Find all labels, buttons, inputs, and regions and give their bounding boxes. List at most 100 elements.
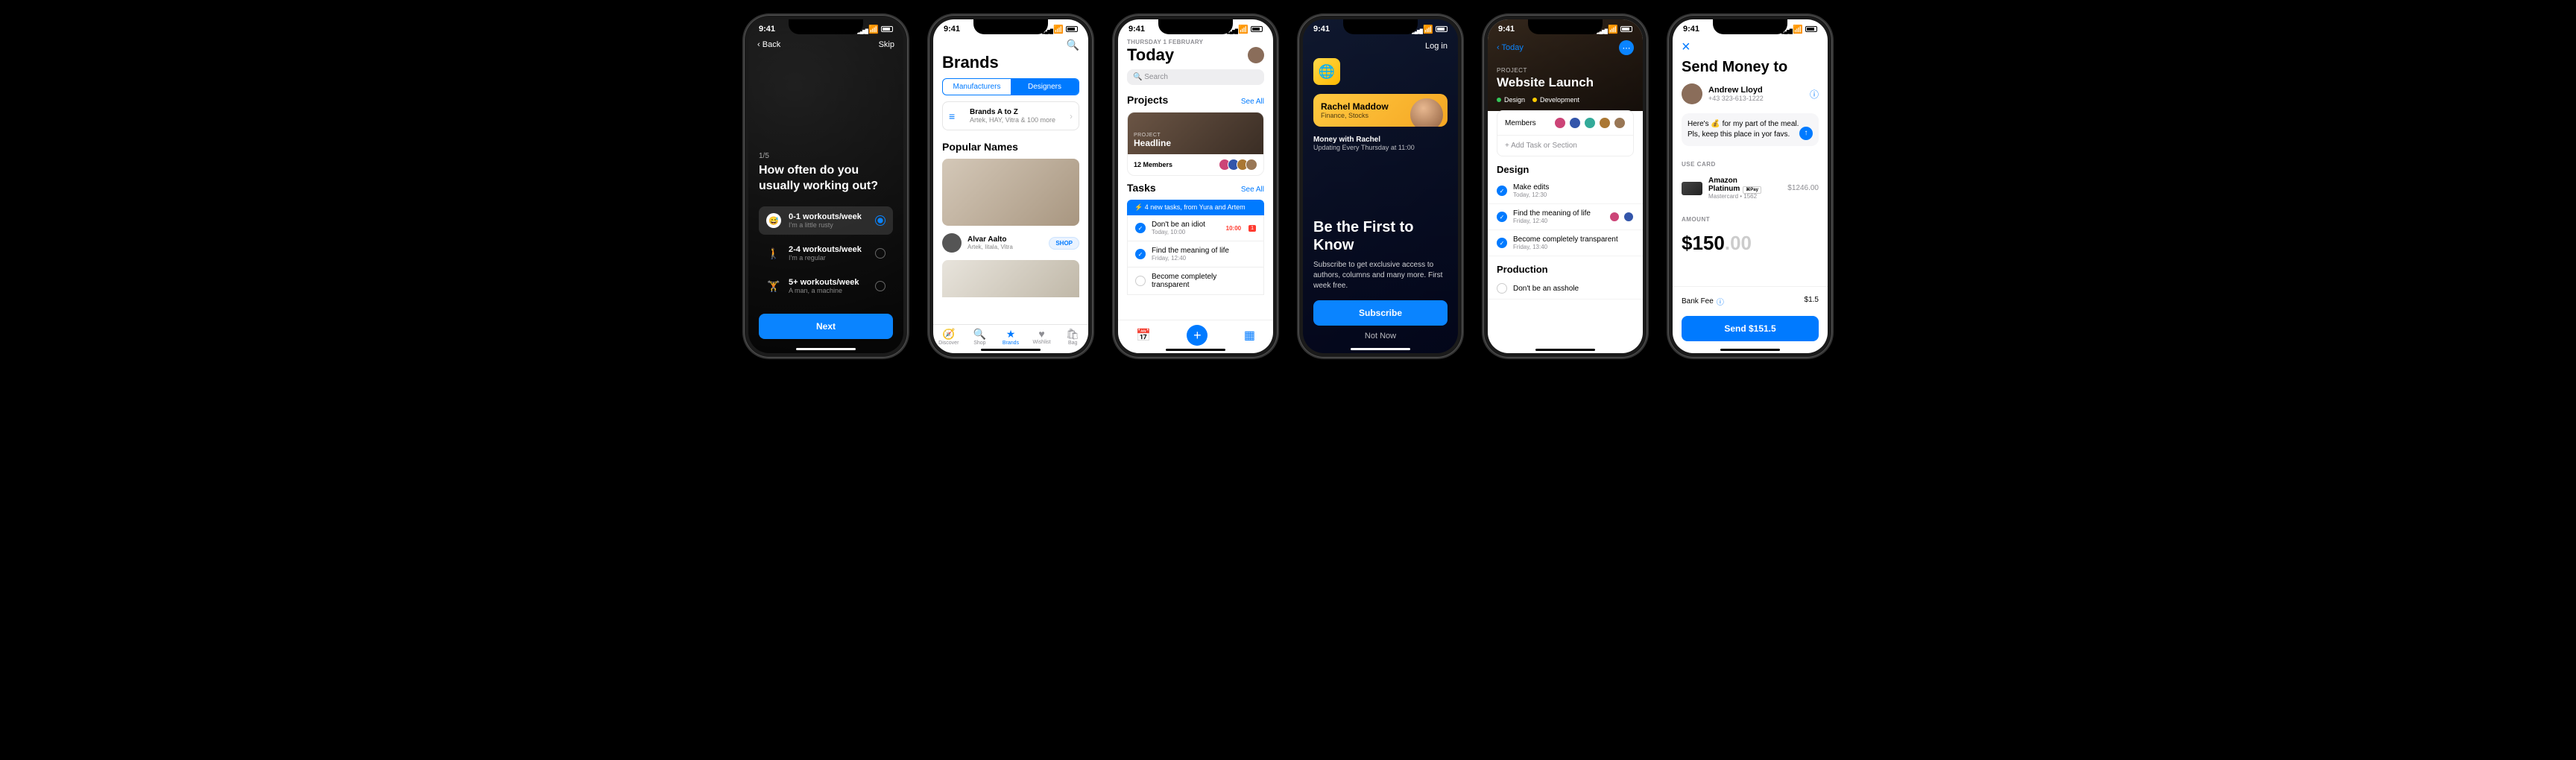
home-indicator[interactable]	[796, 348, 856, 350]
check-icon[interactable]: ✓	[1497, 238, 1507, 248]
next-button[interactable]: Next	[759, 314, 893, 339]
fee-row: Bank Fee ⓘ $1.5	[1673, 286, 1828, 313]
tab-brands[interactable]: ★Brands	[995, 328, 1026, 346]
section-tasks: Tasks	[1127, 182, 1156, 194]
amount-label: AMOUNT	[1673, 204, 1828, 227]
option-0[interactable]: 😅 0-1 workouts/weekI'm a little rusty	[759, 206, 893, 235]
subscribe-button[interactable]: Subscribe	[1313, 300, 1448, 326]
send-button[interactable]: Send $151.5	[1682, 316, 1819, 341]
add-task-button[interactable]: + Add Task or Section	[1497, 136, 1633, 156]
task-row[interactable]: ✓Make editsToday, 12:30	[1488, 178, 1643, 204]
task-row[interactable]: ✓Find the meaning of lifeFriday, 12:40	[1488, 204, 1643, 230]
task-row[interactable]: ✓Don't be an idiotToday, 10:0010:001	[1127, 215, 1264, 241]
brands-az-card[interactable]: ≡ Brands A to ZArtek, HAY, Vitra & 100 m…	[942, 101, 1079, 130]
status-icons: 📶	[1042, 25, 1078, 34]
project-card[interactable]: PROJECTHeadline 12 Members	[1127, 112, 1264, 176]
add-button[interactable]: +	[1187, 325, 1208, 346]
tab-bag[interactable]: 🛍Bag	[1057, 328, 1088, 346]
bag-icon: 🛍	[1057, 328, 1088, 341]
info-icon[interactable]: ⓘ	[1810, 88, 1819, 101]
option-1[interactable]: 🚶 2-4 workouts/weekI'm a regular	[759, 239, 893, 267]
fee-amount: $1.5	[1805, 296, 1819, 307]
option-icon: 😅	[766, 213, 781, 228]
status-bar: 9:41 📶	[1673, 19, 1828, 39]
check-icon[interactable]	[1497, 283, 1507, 294]
card-row[interactable]: Amazon Platinum⌘PayMastercard • 1562 $12…	[1673, 172, 1828, 204]
send-note-icon[interactable]: ↑	[1799, 127, 1813, 140]
back-button[interactable]: ‹ Today	[1497, 43, 1524, 52]
list-icon: ≡	[949, 110, 964, 122]
members-row[interactable]: Members	[1497, 111, 1633, 136]
status-bar: 9:41 📶	[1118, 19, 1273, 39]
tab-discover[interactable]: 🧭Discover	[933, 328, 965, 346]
task-row[interactable]: ✓Become completely transparentFriday, 13…	[1488, 230, 1643, 256]
see-all-link[interactable]: See All	[1241, 186, 1264, 194]
status-icons: 📶	[857, 25, 893, 34]
question-text: How often do you usually working out?	[759, 163, 893, 194]
search-icon[interactable]: 🔍	[1067, 39, 1079, 51]
brand-row[interactable]: Alvar AaltoArtek, Iitala, Vitra SHOP	[933, 229, 1088, 257]
check-icon[interactable]: ✓	[1135, 223, 1146, 233]
brand-image[interactable]	[942, 159, 1079, 226]
section-popular: Popular Names	[933, 138, 1088, 156]
close-button[interactable]: ×	[1673, 39, 1828, 56]
segment-control: Manufacturers Designers	[942, 78, 1079, 95]
task-row[interactable]: ✓Find the meaning of lifeFriday, 12:40	[1127, 241, 1264, 267]
project-label: PROJECT	[1488, 57, 1643, 74]
status-time: 9:41	[944, 25, 960, 34]
page-title: Send Money to	[1673, 56, 1828, 83]
page-title: Today	[1127, 45, 1174, 65]
radio-icon	[875, 281, 886, 291]
date-label: THURSDAY 1 FEBRUARY	[1118, 39, 1273, 45]
phone-send-money: 9:41 📶 × Send Money to Andrew Lloyd+43 3…	[1668, 15, 1832, 358]
tag-development[interactable]: Development	[1532, 96, 1579, 104]
feature-card[interactable]: Rachel Maddow Finance, Stocks	[1313, 94, 1448, 127]
avatar	[1682, 83, 1702, 104]
task-row[interactable]: Don't be an asshole	[1488, 278, 1643, 300]
new-tasks-banner[interactable]: ⚡ 4 new tasks, from Yura and Artem	[1127, 200, 1264, 215]
option-2[interactable]: 🏋 5+ workouts/weekA man, a machine	[759, 272, 893, 300]
badge: 1	[1248, 225, 1256, 232]
use-card-label: USE CARD	[1673, 149, 1828, 172]
skip-button[interactable]: Skip	[879, 40, 894, 49]
check-icon[interactable]: ✓	[1135, 249, 1146, 259]
show-info: Money with Rachel Updating Every Thursda…	[1303, 131, 1458, 156]
profile-avatar[interactable]	[1248, 47, 1264, 63]
phone-onboarding: 9:41 📶 ‹ Back Skip 1/5 How often do you …	[744, 15, 908, 358]
back-button[interactable]: ‹ Back	[757, 40, 780, 49]
tag-design[interactable]: Design	[1497, 96, 1525, 104]
card-balance: $1246.00	[1787, 184, 1819, 192]
brand-image[interactable]	[942, 260, 1079, 297]
tab-shop[interactable]: 🔍Shop	[965, 328, 996, 346]
login-link[interactable]: Log in	[1303, 39, 1458, 54]
home-indicator[interactable]	[1535, 349, 1595, 351]
note-input[interactable]: Here's 💰 for my part of the meal. Pls, k…	[1682, 113, 1819, 146]
home-indicator[interactable]	[1351, 348, 1410, 350]
check-icon[interactable]: ✓	[1497, 186, 1507, 196]
search-input[interactable]: 🔍 Search	[1127, 69, 1264, 85]
amount-input[interactable]: $150.00	[1673, 227, 1828, 259]
more-button[interactable]: ⋯	[1619, 40, 1634, 55]
status-bar: 9:41 📶	[748, 19, 903, 39]
recipient-row[interactable]: Andrew Lloyd+43 323-613-1222 ⓘ	[1673, 83, 1828, 110]
tab-wishlist[interactable]: ♥Wishlist	[1026, 328, 1058, 346]
not-now-link[interactable]: Not Now	[1303, 332, 1458, 341]
check-icon[interactable]: ✓	[1497, 212, 1507, 222]
task-row[interactable]: Become completely transparent	[1127, 267, 1264, 295]
home-indicator[interactable]	[1720, 349, 1780, 351]
home-indicator[interactable]	[1166, 349, 1225, 351]
seg-manufacturers[interactable]: Manufacturers	[943, 79, 1011, 95]
status-icons: 📶	[1597, 25, 1632, 34]
info-icon[interactable]: ⓘ	[1717, 296, 1724, 307]
seg-designers[interactable]: Designers	[1011, 79, 1079, 95]
status-icons: 📶	[1412, 25, 1448, 34]
home-indicator[interactable]	[981, 349, 1041, 351]
section-production: Production	[1488, 256, 1643, 278]
grid-icon[interactable]: ▦	[1244, 328, 1255, 343]
calendar-icon[interactable]: 📅	[1136, 328, 1151, 343]
shop-button[interactable]: SHOP	[1049, 237, 1079, 250]
status-time: 9:41	[1128, 25, 1145, 34]
phone-brands: 9:41 📶 🔍 Brands Manufacturers Designers …	[929, 15, 1093, 358]
see-all-link[interactable]: See All	[1241, 98, 1264, 106]
check-icon[interactable]	[1135, 276, 1146, 286]
